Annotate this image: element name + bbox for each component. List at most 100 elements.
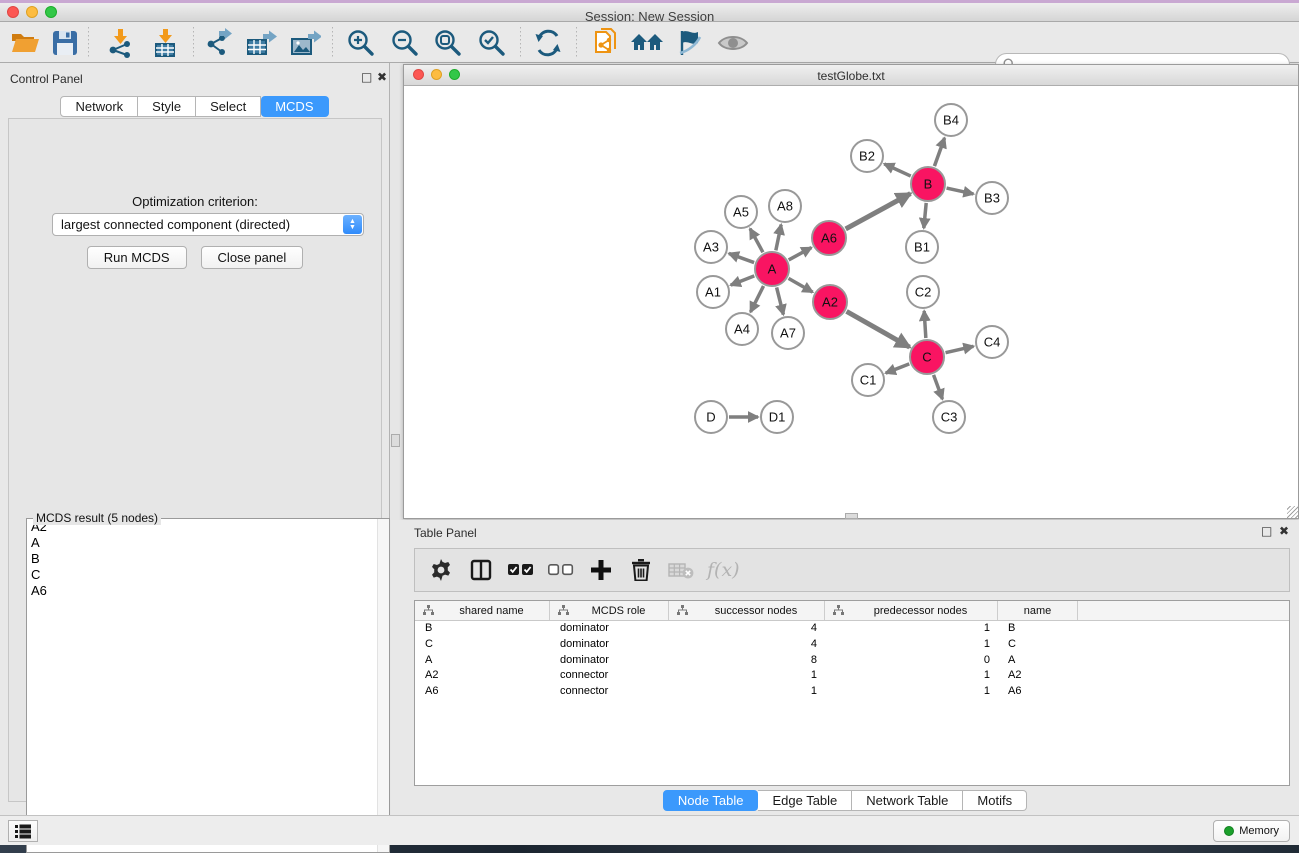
zoom-in-icon[interactable] [344,27,378,59]
table-cell[interactable]: B [998,621,1078,637]
network-edge-C-C1[interactable] [886,364,910,373]
table-cell[interactable]: A [415,653,550,669]
network-edge-A-A4[interactable] [750,286,763,312]
network-edge-C-C2[interactable] [924,311,926,338]
zoom-selected-icon[interactable] [475,27,509,59]
table-cell[interactable]: dominator [550,637,669,653]
mcds-result-item[interactable]: A [27,535,389,551]
task-history-button[interactable] [8,820,38,842]
control-tab-style[interactable]: Style [138,96,196,117]
save-session-icon[interactable] [48,27,82,59]
table-cell[interactable]: 8 [669,653,825,669]
import-network-icon[interactable] [103,27,137,59]
table-cell[interactable]: dominator [550,621,669,637]
network-scrollbar-stub-bottom[interactable] [845,513,858,519]
table-row[interactable]: Bdominator41B [415,621,1289,637]
show-all-icon[interactable] [716,27,750,59]
table-cell[interactable]: A [998,653,1078,669]
close-table-panel-icon[interactable]: ✖ [1279,524,1289,538]
control-tab-network[interactable]: Network [60,96,138,117]
table-cell[interactable]: 4 [669,637,825,653]
network-canvas[interactable]: B4B2BB3A5A8A6A3AB1A1A2C2A4A7CC4C1C3DD1 [404,86,1298,518]
table-tab-motifs[interactable]: Motifs [963,790,1027,811]
control-tab-select[interactable]: Select [196,96,261,117]
network-edge-A-A2[interactable] [789,278,813,292]
zoom-out-icon[interactable] [388,27,422,59]
mcds-result-item[interactable]: C [27,567,389,583]
show-columns-icon[interactable] [467,556,495,584]
mcds-result-item[interactable]: B [27,551,389,567]
column-header-shared-name[interactable]: shared name [415,601,550,620]
control-tab-mcds[interactable]: MCDS [261,96,328,117]
export-image-icon[interactable] [288,27,322,59]
zoom-fit-content-icon[interactable] [431,27,465,59]
open-session-icon[interactable] [8,27,42,59]
network-edge-B-B4[interactable] [934,138,944,166]
run-mcds-button[interactable]: Run MCDS [87,246,187,269]
import-table-icon[interactable] [148,27,182,59]
memory-button[interactable]: Memory [1213,820,1290,842]
table-cell[interactable]: 1 [669,668,825,684]
table-cell[interactable]: A2 [998,668,1078,684]
table-row[interactable]: A2connector11A2 [415,668,1289,684]
table-cell[interactable]: A6 [415,684,550,700]
add-column-icon[interactable] [587,556,615,584]
network-edge-A-A8[interactable] [776,225,781,251]
table-cell[interactable]: 1 [825,637,998,653]
hide-selected-icon[interactable] [672,27,706,59]
network-edge-A-A5[interactable] [750,229,763,253]
column-header-name[interactable]: name [998,601,1078,620]
table-cell[interactable]: C [415,637,550,653]
network-edge-B-B1[interactable] [924,203,926,228]
table-cell[interactable]: B [415,621,550,637]
table-row[interactable]: Cdominator41C [415,637,1289,653]
window-resize-grip[interactable] [1287,506,1298,518]
network-edge-B-B2[interactable] [884,164,910,176]
criterion-dropdown[interactable]: largest connected component (directed) ▲… [52,213,364,236]
settings-gear-icon[interactable] [427,556,455,584]
table-cell[interactable]: dominator [550,653,669,669]
first-neighbors-icon[interactable] [630,27,664,59]
network-scrollbar-stub[interactable] [391,434,400,447]
table-tab-edge-table[interactable]: Edge Table [758,790,852,811]
export-table-icon[interactable] [244,27,278,59]
network-edge-A-A3[interactable] [729,253,754,262]
export-network-icon[interactable] [202,27,236,59]
table-cell[interactable]: 0 [825,653,998,669]
new-network-from-selection-icon[interactable] [590,27,624,59]
column-header-MCDS-role[interactable]: MCDS role [550,601,669,620]
network-edge-C-C3[interactable] [934,375,943,399]
table-cell[interactable]: C [998,637,1078,653]
table-cell[interactable]: connector [550,684,669,700]
column-header-successor-nodes[interactable]: successor nodes [669,601,825,620]
close-panel-icon[interactable]: ✖ [377,70,387,84]
select-all-checkboxes-icon[interactable] [507,556,535,584]
delete-column-icon[interactable] [627,556,655,584]
table-row[interactable]: A6connector11A6 [415,684,1289,700]
deselect-all-checkboxes-icon[interactable] [547,556,575,584]
table-tab-network-table[interactable]: Network Table [852,790,963,811]
close-panel-button[interactable]: Close panel [201,246,304,269]
network-edge-A-A7[interactable] [777,287,784,314]
network-edge-A6-B[interactable] [846,194,911,229]
mcds-result-list[interactable]: A2ABCA6 [27,519,389,852]
network-edge-C-C4[interactable] [946,346,974,352]
table-cell[interactable]: A2 [415,668,550,684]
table-cell[interactable]: 4 [669,621,825,637]
network-edge-A2-C[interactable] [847,311,910,347]
table-cell[interactable]: 1 [825,621,998,637]
table-cell[interactable]: 1 [825,668,998,684]
float-table-panel-icon[interactable]: □ [1261,524,1272,538]
network-edge-B-B3[interactable] [947,188,974,194]
table-cell[interactable]: A6 [998,684,1078,700]
table-tab-node-table[interactable]: Node Table [663,790,759,811]
table-cell[interactable]: connector [550,668,669,684]
node-attribute-table[interactable]: shared nameMCDS rolesuccessor nodesprede… [414,600,1290,786]
apply-preferred-layout-icon[interactable] [531,27,565,59]
network-edge-A-A1[interactable] [731,276,755,285]
table-cell[interactable]: 1 [669,684,825,700]
column-header-predecessor-nodes[interactable]: predecessor nodes [825,601,998,620]
float-panel-icon[interactable]: □ [361,70,372,84]
network-edge-A-A6[interactable] [789,248,812,260]
table-row[interactable]: Adominator80A [415,653,1289,669]
